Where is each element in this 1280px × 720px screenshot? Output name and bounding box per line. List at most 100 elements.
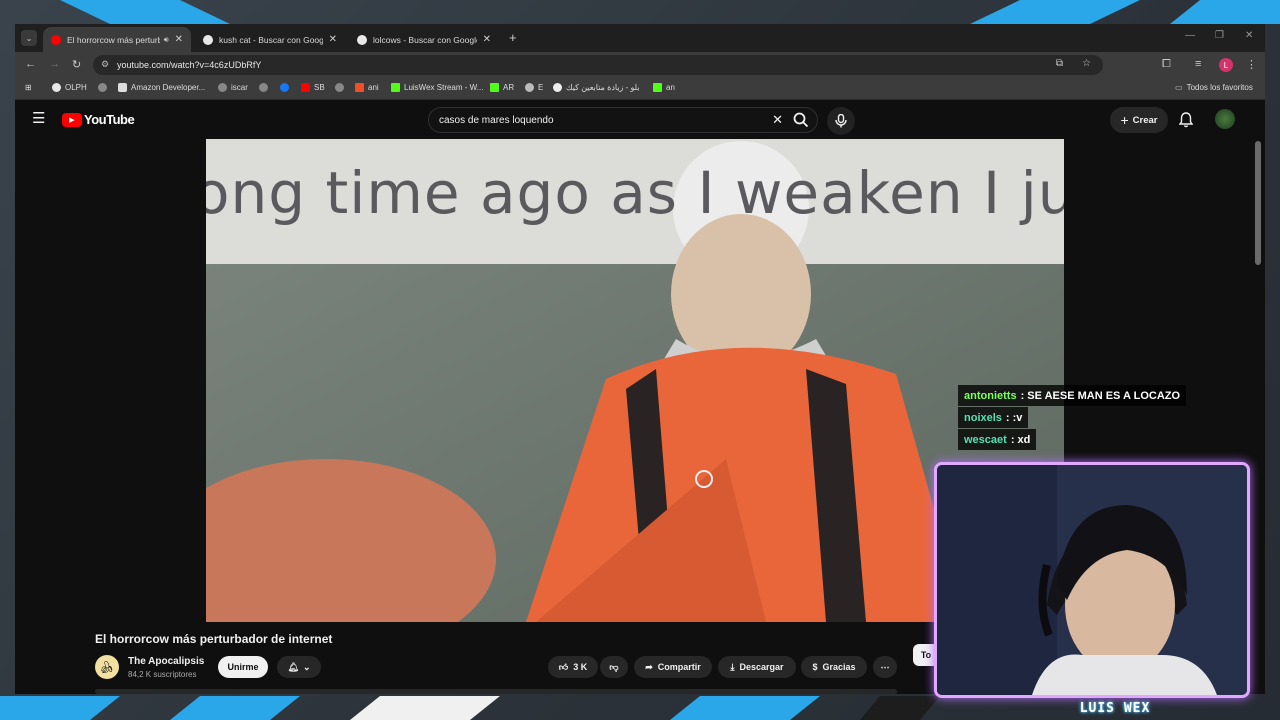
url-text: youtube.com/watch?v=4c6zUDbRfY: [117, 60, 262, 70]
bookmark-item[interactable]: LuisWex Stream - W...: [391, 83, 483, 92]
subscriber-count: 84,2 K suscriptores: [128, 670, 197, 679]
bookmark-item[interactable]: AR: [490, 83, 514, 92]
like-button[interactable]: 👍︎ 3 K: [548, 656, 598, 678]
circle-icon: [553, 83, 562, 92]
download-label: Descargar: [739, 662, 784, 672]
plus-icon: +: [1120, 112, 1129, 128]
thanks-label: Gracias: [822, 662, 856, 672]
extensions-icon[interactable]: ⧠: [1162, 58, 1171, 71]
chip-label: To: [920, 650, 932, 660]
tab-youtube[interactable]: El horrorcow más perturbador de internet…: [43, 27, 191, 52]
notifications-bell-icon[interactable]: [1179, 112, 1193, 128]
thanks-dollar-icon: $: [812, 662, 818, 672]
globe-icon: [98, 83, 107, 92]
description-box[interactable]: [95, 689, 897, 694]
bookmark-item[interactable]: E: [525, 83, 543, 92]
subscribe-bell-button[interactable]: 🔔︎ ⌄: [277, 656, 321, 678]
channel-avatar[interactable]: 🍌︎: [95, 655, 119, 679]
chat-text: : SE AESE MAN ES A LOCAZO: [1020, 389, 1181, 402]
bookmark-label: بلو - زيادة متابعين كيك: [566, 83, 640, 92]
download-button[interactable]: ⤓ Descargar: [718, 656, 796, 678]
globe-icon: [218, 83, 227, 92]
close-tab-icon[interactable]: ✕: [483, 34, 491, 45]
bookmark-label: iscar: [231, 83, 248, 92]
bookmark-label: E: [538, 83, 544, 92]
kick-icon: [653, 83, 662, 92]
bookmark-item[interactable]: an: [653, 83, 675, 92]
more-dots-icon: ⋯: [880, 661, 890, 672]
share-button[interactable]: ➦ Compartir: [634, 656, 712, 678]
speaker-icon[interactable]: 🔊︎: [164, 35, 169, 45]
new-tab-button[interactable]: +: [509, 30, 517, 45]
dislike-button[interactable]: 👎︎: [600, 656, 628, 678]
tab-lolcows[interactable]: lolcows - Buscar con Google ✕: [349, 27, 499, 52]
share-label: Compartir: [657, 662, 701, 672]
bookmark-item[interactable]: iscar: [218, 83, 248, 92]
bookmark-item[interactable]: SB: [301, 83, 325, 92]
youtube-play-icon: ▶: [62, 112, 82, 127]
close-window-button[interactable]: ✕: [1245, 30, 1253, 41]
bookmark-item[interactable]: [280, 83, 293, 92]
bookmark-item[interactable]: OLPH: [52, 83, 87, 92]
tab-title: kush cat - Buscar con Google: [219, 34, 323, 45]
bookmark-item[interactable]: Amazon Developer...: [118, 83, 205, 92]
tab-title: lolcows - Buscar con Google: [373, 34, 477, 45]
openai-icon: [525, 83, 534, 92]
facebook-icon: [280, 83, 289, 92]
tab-kush-cat[interactable]: kush cat - Buscar con Google ✕: [195, 27, 345, 52]
share-arrow-icon: ➦: [645, 661, 653, 672]
apps-grid-icon[interactable]: ⊞: [25, 83, 32, 92]
media-controls-icon[interactable]: ≡: [1195, 58, 1201, 70]
bookmark-star-icon[interactable]: ☆: [1082, 58, 1091, 69]
bookmark-item[interactable]: [335, 83, 348, 92]
bookmark-item[interactable]: بلو - زيادة متابعين كيك: [553, 83, 640, 92]
voice-search-button[interactable]: [827, 107, 855, 135]
youtube-wordmark: YouTube: [84, 112, 135, 127]
bookmark-item[interactable]: [259, 83, 272, 92]
bookmark-item[interactable]: ani: [355, 83, 379, 92]
search-query-text: casos de mares loquendo: [439, 114, 554, 126]
address-bar[interactable]: ⚙ youtube.com/watch?v=4c6zUDbRfY ⧉ ☆: [93, 55, 1103, 75]
bookmark-label: SB: [314, 83, 325, 92]
search-button[interactable]: [783, 107, 819, 133]
tab-search-button[interactable]: ⌄: [21, 30, 37, 46]
close-tab-icon[interactable]: ✕: [175, 34, 183, 45]
site-info-icon[interactable]: ⚙: [101, 59, 109, 70]
page-scrollbar[interactable]: [1255, 141, 1261, 265]
create-button[interactable]: + Crear: [1110, 107, 1168, 133]
all-bookmarks-folder[interactable]: ▭ Todos los favoritos: [1175, 83, 1253, 92]
microphone-icon: [835, 114, 847, 128]
thumbs-down-icon: 👎︎: [609, 661, 619, 672]
browser-toolbar: ← → ↻ ⚙ youtube.com/watch?v=4c6zUDbRfY ⧉…: [15, 52, 1265, 78]
profile-avatar[interactable]: L: [1219, 58, 1233, 72]
create-label: Crear: [1132, 114, 1158, 126]
thanks-button[interactable]: $ Gracias: [801, 656, 867, 678]
bookmark-label: AR: [503, 83, 515, 92]
install-app-icon[interactable]: ⧉: [1056, 58, 1063, 69]
forward-arrow-icon[interactable]: →: [49, 58, 60, 70]
video-title: El horrorcow más perturbador de internet: [95, 632, 333, 646]
account-avatar[interactable]: [1215, 109, 1235, 129]
folder-icon: ▭: [1175, 83, 1183, 92]
youtube-logo[interactable]: ▶ YouTube: [62, 112, 135, 127]
webcam-feed: [937, 465, 1247, 695]
join-label: Unirme: [227, 662, 259, 672]
channel-name[interactable]: The Apocalipsis: [128, 656, 204, 667]
hamburger-menu-icon[interactable]: ☰: [32, 111, 45, 126]
close-tab-icon[interactable]: ✕: [329, 34, 337, 45]
join-button[interactable]: Unirme: [218, 656, 268, 678]
reload-icon[interactable]: ↻: [72, 58, 81, 71]
search-input[interactable]: casos de mares loquendo ✕: [428, 107, 818, 133]
globe-icon: [335, 83, 344, 92]
bookmark-item[interactable]: [98, 83, 111, 92]
streamer-name-label: LUIS WEX: [1079, 701, 1151, 716]
download-icon: ⤓: [730, 661, 735, 672]
menu-dots-icon[interactable]: ⋮: [1246, 58, 1257, 71]
more-actions-button[interactable]: ⋯: [873, 656, 897, 678]
like-count: 3 K: [573, 662, 588, 672]
minimize-button[interactable]: —: [1185, 30, 1195, 41]
clear-search-icon[interactable]: ✕: [772, 112, 783, 128]
restore-button[interactable]: ❐: [1215, 30, 1224, 41]
back-arrow-icon[interactable]: ←: [25, 58, 36, 70]
thumbs-up-icon: 👍︎: [558, 661, 569, 672]
